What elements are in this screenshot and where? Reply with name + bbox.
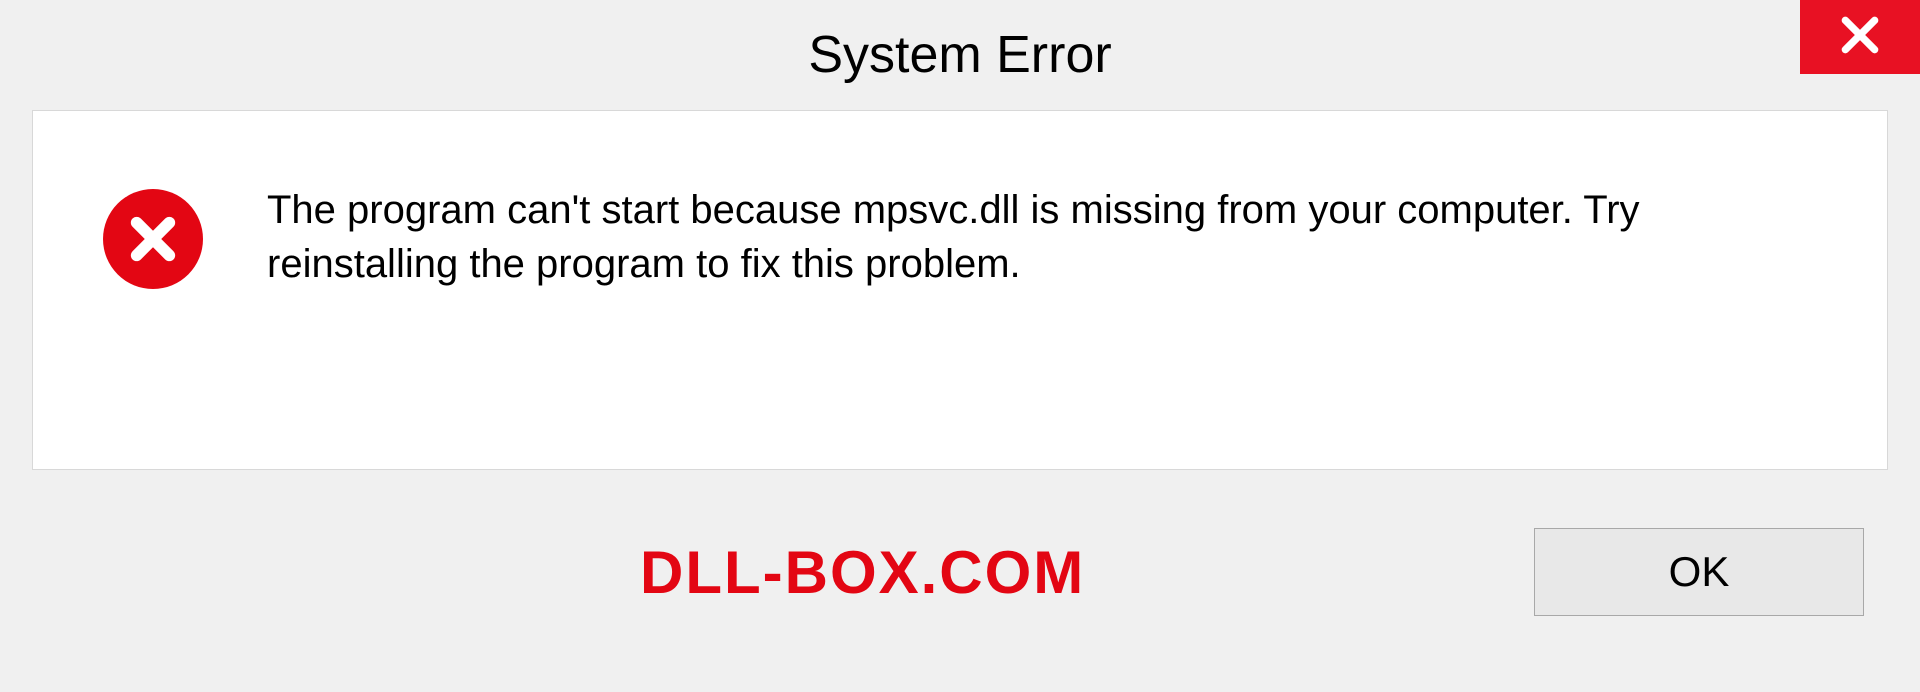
dialog-title: System Error	[808, 25, 1111, 85]
ok-button[interactable]: OK	[1534, 528, 1864, 616]
error-message: The program can't start because mpsvc.dl…	[267, 183, 1827, 291]
system-error-dialog: System Error The program can't start bec…	[0, 0, 1920, 692]
ok-button-label: OK	[1669, 548, 1730, 596]
watermark-text: DLL-BOX.COM	[640, 538, 1085, 607]
title-bar: System Error	[0, 0, 1920, 110]
close-button[interactable]	[1800, 0, 1920, 74]
error-icon	[103, 189, 203, 289]
content-panel: The program can't start because mpsvc.dl…	[32, 110, 1888, 470]
close-icon	[1838, 13, 1882, 62]
dialog-footer: DLL-BOX.COM OK	[0, 472, 1920, 692]
